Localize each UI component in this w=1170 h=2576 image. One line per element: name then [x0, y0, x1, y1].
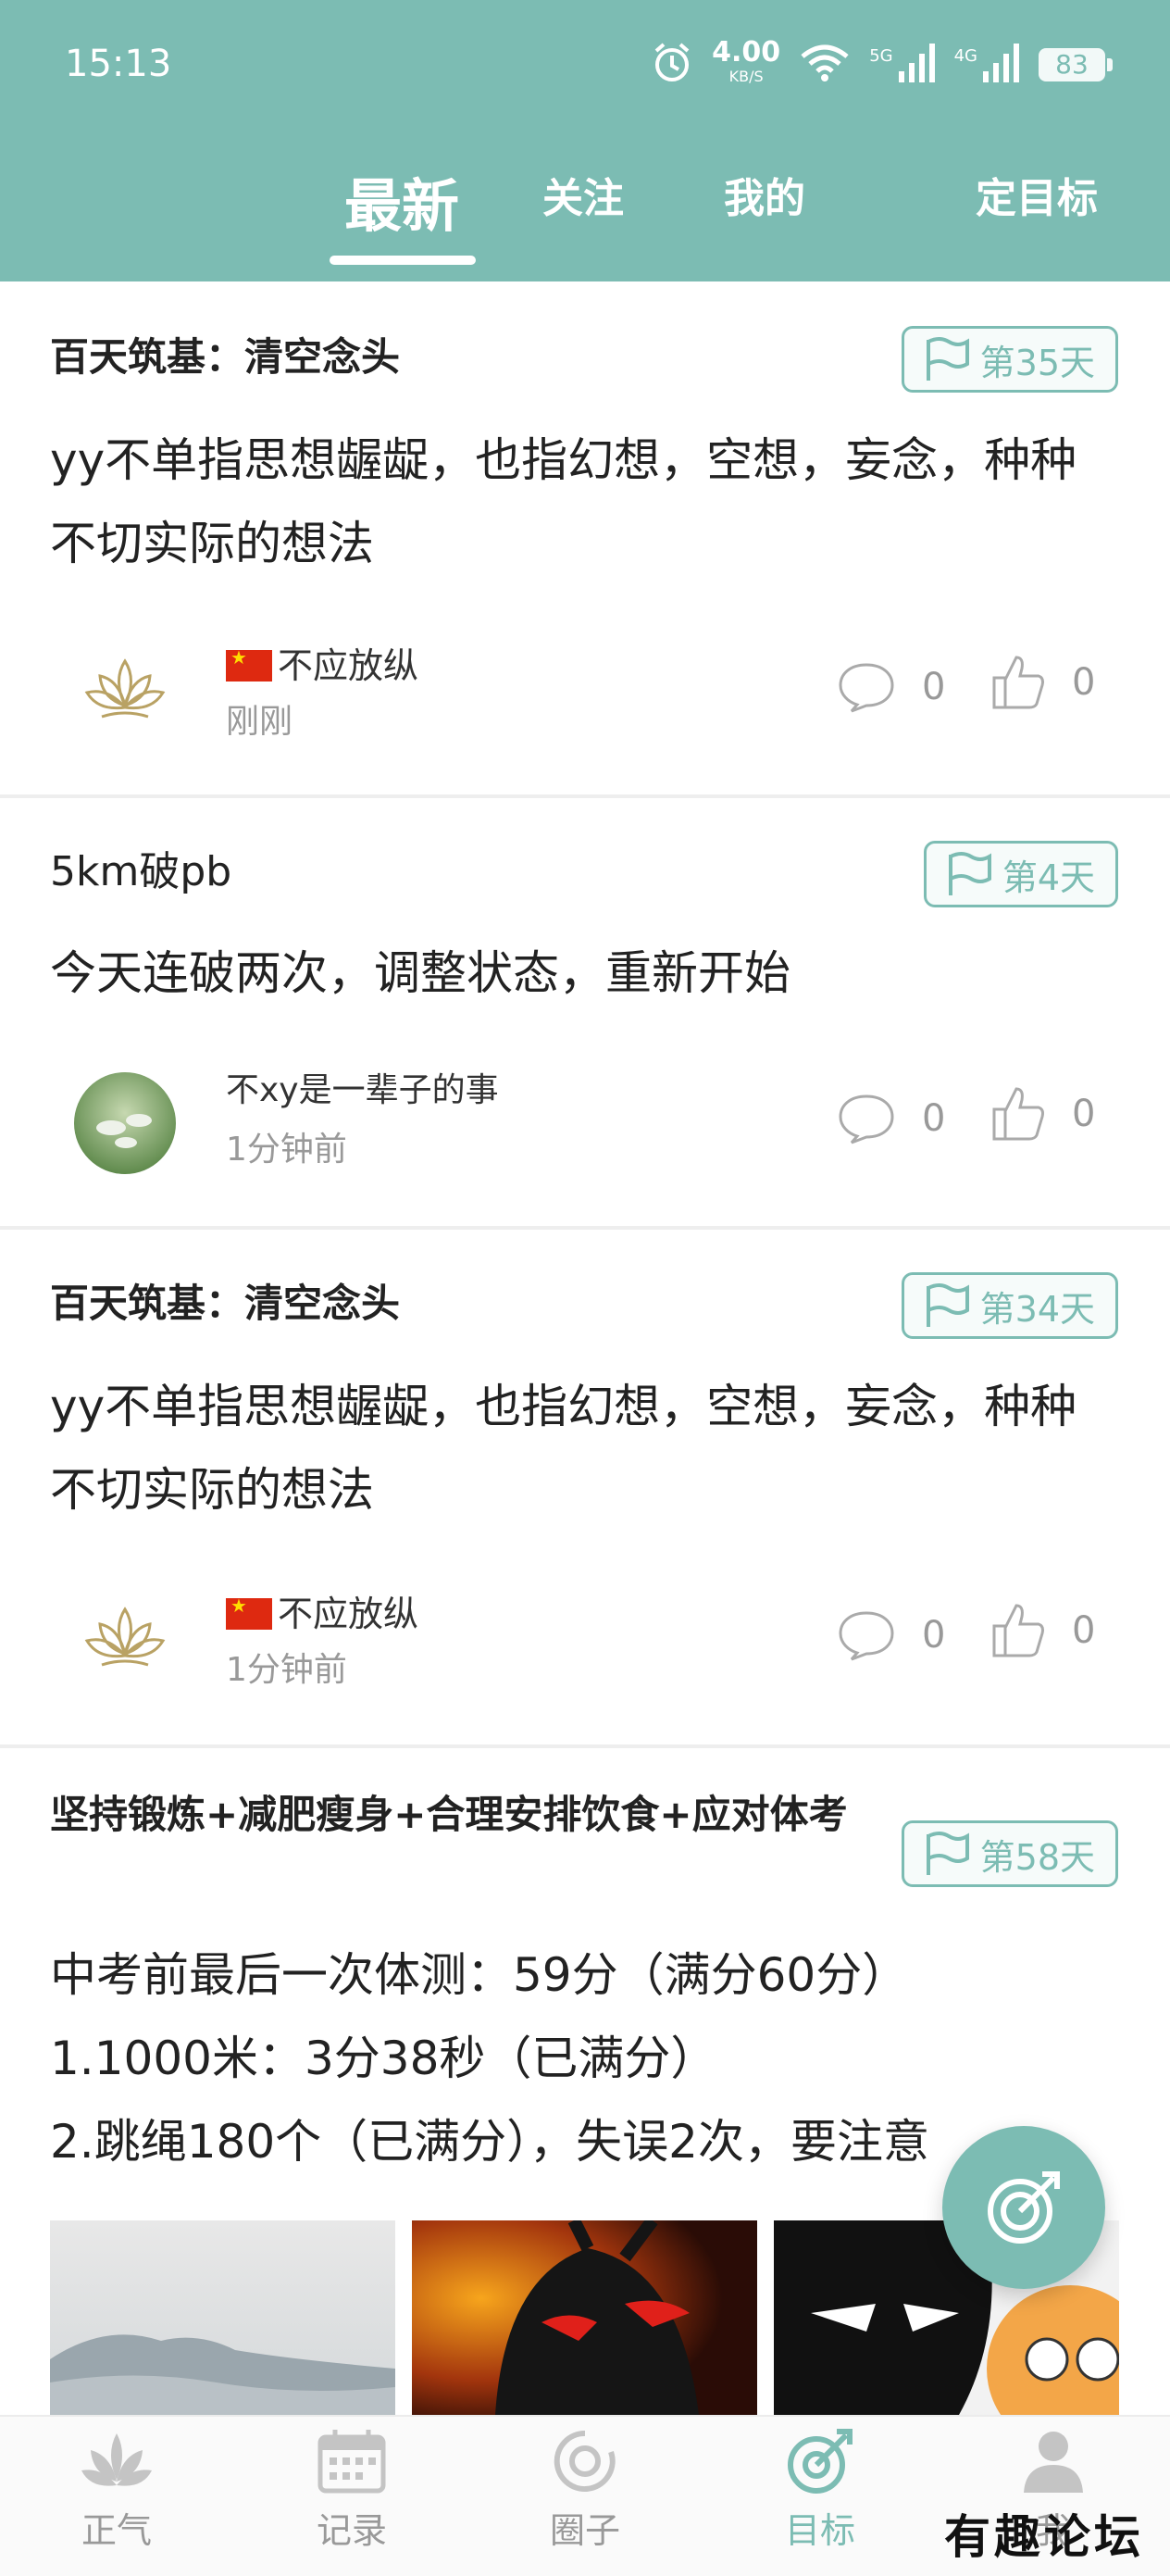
net-speed: 4.00 KB/S: [712, 36, 781, 86]
comment-icon: [839, 1611, 894, 1661]
post-title: 百天筑基：清空念头: [50, 1281, 401, 1326]
thumbs-up-icon: [992, 656, 1044, 709]
comment-icon: [839, 663, 894, 713]
signal-4g-label: 4G: [953, 45, 977, 66]
set-goal-button[interactable]: 定目标: [976, 165, 1098, 224]
signal-5g-label: 5G: [869, 45, 893, 66]
status-icons: 4.00 KB/S 5G 4G 83: [651, 36, 1113, 91]
battery-indicator: 83: [1039, 48, 1113, 81]
watermark-text: 有趣论坛: [944, 2509, 1144, 2564]
tab-mine[interactable]: 我的: [724, 165, 805, 224]
like-counter[interactable]: 0: [990, 1602, 1095, 1659]
lotus-icon: [84, 658, 166, 719]
comment-icon: [839, 1094, 894, 1144]
nav-goal[interactable]: 目标: [746, 2428, 894, 2553]
user-name[interactable]: 不应放纵: [226, 637, 418, 688]
post-card[interactable]: 百天筑基：清空念头 第35天 yy不单指思想龌龊，也指幻想，空想，妄念，种种不切…: [0, 281, 1170, 796]
day-badge-label: 第35天: [979, 342, 1095, 383]
thumbs-up-icon: [992, 1087, 1044, 1141]
comment-counter[interactable]: 0: [837, 1093, 945, 1144]
tab-latest[interactable]: 最新: [344, 159, 459, 243]
post-card[interactable]: 5km破pb 第4天 今天连破两次，调整状态，重新开始 不xy是一辈子的事 1分…: [0, 798, 1170, 1226]
avatar-photo: [74, 1072, 176, 1174]
signal-icon: [983, 44, 1020, 86]
like-counter[interactable]: 0: [990, 1085, 1095, 1143]
day-badge: 第35天: [901, 326, 1118, 393]
nav-label: 正气: [81, 2510, 152, 2551]
nav-label: 圈子: [549, 2510, 620, 2551]
post-body: yy不单指思想龌龊，也指幻想，空想，妄念，种种不切实际的想法: [50, 433, 1077, 570]
post-title: 坚持锻炼+减肥瘦身+合理安排饮食+应对体考: [50, 1792, 848, 1837]
day-badge: 第34天: [901, 1272, 1118, 1339]
post-body: 中考前最后一次体测：59分（满分60分） 1.1000米：3分38秒（已满分） …: [50, 1933, 1118, 2183]
post-photo[interactable]: [412, 2220, 757, 2415]
top-header: 15:13 4.00 KB/S 5G 4G 83 最新 关注 我的 定目标: [0, 0, 1170, 281]
comment-count: 0: [922, 666, 946, 708]
avatar[interactable]: [74, 633, 176, 735]
circle-icon: [554, 2430, 616, 2492]
post-title: 百天筑基：清空念头: [50, 334, 401, 380]
signal-icon: [898, 44, 936, 86]
calendar-icon: [317, 2430, 386, 2494]
nav-label: 记录: [316, 2510, 387, 2551]
like-counter[interactable]: 0: [990, 654, 1095, 711]
nav-record[interactable]: 记录: [278, 2428, 426, 2553]
tab-following[interactable]: 关注: [542, 165, 624, 224]
day-badge: 第58天: [901, 1820, 1118, 1887]
post-photo[interactable]: [50, 2220, 395, 2415]
post-card[interactable]: 百天筑基：清空念头 第34天 yy不单指思想龌龊，也指幻想，空想，妄念，种种不切…: [0, 1230, 1170, 1744]
china-flag-icon: [226, 646, 272, 682]
wifi-icon: [799, 44, 851, 86]
like-count: 0: [1072, 661, 1096, 704]
day-badge-label: 第4天: [1002, 857, 1095, 898]
avatar[interactable]: [74, 1072, 176, 1174]
flag-icon: [926, 1283, 969, 1327]
post-title: 5km破pb: [50, 848, 232, 895]
post-body: yy不单指思想龌龊，也指幻想，空想，妄念，种种不切实际的想法: [50, 1380, 1077, 1517]
nav-label: 目标: [784, 2510, 855, 2551]
tab-active-indicator: [330, 256, 476, 265]
post-body: 今天连破两次，调整状态，重新开始: [50, 946, 790, 1000]
target-arrow-icon: [788, 2429, 853, 2494]
comment-counter[interactable]: 0: [837, 1609, 945, 1661]
new-goal-fab[interactable]: [942, 2126, 1105, 2289]
flag-icon: [926, 337, 969, 381]
post-body-line: 1.1000米：3分38秒（已满分）: [50, 2032, 717, 2085]
post-body-line: 中考前最后一次体测：59分（满分60分）: [50, 1948, 909, 2002]
china-flag-icon: [226, 1594, 272, 1630]
nav-zhengqi[interactable]: 正气: [43, 2428, 191, 2553]
flag-icon: [948, 852, 991, 895]
like-count: 0: [1072, 1093, 1096, 1135]
flag-icon: [926, 1832, 969, 1875]
avatar[interactable]: [74, 1582, 176, 1683]
user-name[interactable]: 不应放纵: [226, 1585, 418, 1636]
comment-count: 0: [922, 1614, 946, 1657]
post-time: 1分钟前: [226, 1131, 347, 1169]
lotus-icon: [84, 1607, 166, 1667]
thumbs-up-icon: [992, 1604, 1044, 1657]
alarm-icon: [651, 42, 693, 88]
post-time: 刚刚: [226, 703, 293, 741]
day-badge-label: 第34天: [979, 1288, 1095, 1330]
lotus-icon: [81, 2433, 152, 2486]
day-badge-label: 第58天: [979, 1836, 1095, 1878]
day-badge: 第4天: [923, 841, 1118, 907]
target-arrow-icon: [988, 2171, 1060, 2244]
person-icon: [1024, 2432, 1083, 2493]
status-time: 15:13: [65, 43, 172, 85]
like-count: 0: [1072, 1609, 1096, 1652]
nav-circle[interactable]: 圈子: [511, 2428, 659, 2553]
comment-count: 0: [922, 1097, 946, 1140]
user-name[interactable]: 不xy是一辈子的事: [226, 1063, 499, 1111]
post-time: 1分钟前: [226, 1651, 347, 1689]
comment-counter[interactable]: 0: [837, 661, 945, 713]
